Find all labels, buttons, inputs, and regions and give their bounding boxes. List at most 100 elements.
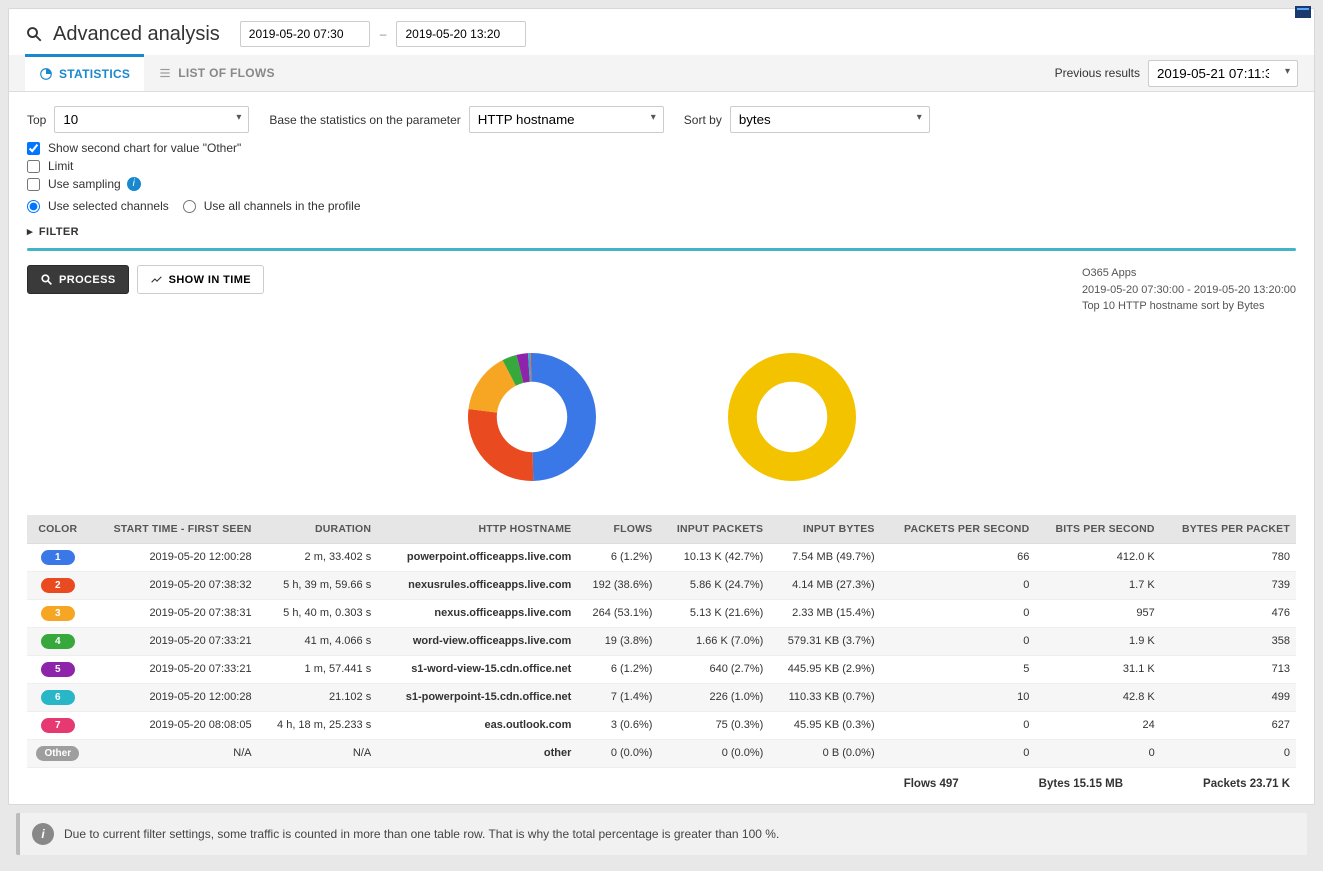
use-all-radio[interactable] bbox=[183, 200, 196, 213]
show-other-checkbox[interactable] bbox=[27, 142, 40, 155]
cell-in-bytes: 4.14 MB (27.3%) bbox=[769, 571, 880, 599]
col-pps[interactable]: PACKETS PER SECOND bbox=[881, 515, 1036, 544]
col-flows[interactable]: FLOWS bbox=[577, 515, 658, 544]
cell-duration: 2 m, 33.402 s bbox=[258, 543, 378, 571]
cell-duration: N/A bbox=[258, 739, 378, 767]
cell-start: 2019-05-20 07:38:31 bbox=[89, 599, 258, 627]
cell-hostname: eas.outlook.com bbox=[377, 711, 577, 739]
cell-flows: 3 (0.6%) bbox=[577, 711, 658, 739]
tab-list-of-flows[interactable]: LIST OF FLOWS bbox=[144, 56, 289, 90]
cell-in-packets: 640 (2.7%) bbox=[658, 655, 769, 683]
charts bbox=[9, 323, 1314, 515]
cell-hostname: s1-word-view-15.cdn.office.net bbox=[377, 655, 577, 683]
cell-pps: 0 bbox=[881, 599, 1036, 627]
col-color[interactable]: COLOR bbox=[27, 515, 89, 544]
cell-in-packets: 0 (0.0%) bbox=[658, 739, 769, 767]
process-label: PROCESS bbox=[59, 274, 116, 286]
sort-label: Sort by bbox=[684, 113, 722, 127]
trend-icon bbox=[150, 273, 163, 286]
page-title: Advanced analysis bbox=[53, 23, 220, 46]
row-badge: 3 bbox=[41, 606, 75, 621]
cell-flows: 6 (1.2%) bbox=[577, 655, 658, 683]
meta-range: 2019-05-20 07:30:00 - 2019-05-20 13:20:0… bbox=[1082, 282, 1296, 299]
info-icon[interactable]: i bbox=[127, 177, 141, 191]
cell-hostname: s1-powerpoint-15.cdn.office.net bbox=[377, 683, 577, 711]
controls: Top Base the statistics on the parameter… bbox=[9, 92, 1314, 251]
previous-results-select[interactable] bbox=[1148, 60, 1298, 87]
pie-icon bbox=[39, 67, 53, 81]
cell-in-bytes: 445.95 KB (2.9%) bbox=[769, 655, 880, 683]
cell-in-bytes: 0 B (0.0%) bbox=[769, 739, 880, 767]
info-icon: i bbox=[32, 823, 54, 845]
top-label: Top bbox=[27, 113, 46, 127]
table-row[interactable]: 62019-05-20 12:00:2821.102 ss1-powerpoin… bbox=[27, 683, 1296, 711]
row-badge: 7 bbox=[41, 718, 75, 733]
previous-results-label: Previous results bbox=[1055, 66, 1140, 80]
sort-by-select[interactable] bbox=[730, 106, 930, 133]
row-badge: 1 bbox=[41, 550, 75, 565]
total-flows: Flows 497 bbox=[904, 778, 959, 790]
col-start[interactable]: START TIME - FIRST SEEN bbox=[89, 515, 258, 544]
tab-statistics-label: STATISTICS bbox=[59, 67, 130, 81]
cell-in-bytes: 579.31 KB (3.7%) bbox=[769, 627, 880, 655]
cell-in-bytes: 2.33 MB (15.4%) bbox=[769, 599, 880, 627]
col-in-bytes[interactable]: INPUT BYTES bbox=[769, 515, 880, 544]
cell-pps: 0 bbox=[881, 627, 1036, 655]
cell-flows: 0 (0.0%) bbox=[577, 739, 658, 767]
tab-statistics[interactable]: STATISTICS bbox=[25, 54, 144, 91]
base-label: Base the statistics on the parameter bbox=[269, 113, 460, 127]
cell-start: N/A bbox=[89, 739, 258, 767]
cell-duration: 41 m, 4.066 s bbox=[258, 627, 378, 655]
use-selected-radio[interactable] bbox=[27, 200, 40, 213]
cell-in-bytes: 110.33 KB (0.7%) bbox=[769, 683, 880, 711]
process-button[interactable]: PROCESS bbox=[27, 265, 129, 294]
cell-start: 2019-05-20 07:33:21 bbox=[89, 627, 258, 655]
cell-hostname: nexusrules.officeapps.live.com bbox=[377, 571, 577, 599]
row-badge: 6 bbox=[41, 690, 75, 705]
base-parameter-select[interactable] bbox=[469, 106, 664, 133]
cell-bpp: 476 bbox=[1161, 599, 1296, 627]
caret-right-icon: ▸ bbox=[27, 225, 33, 238]
cell-start: 2019-05-20 07:33:21 bbox=[89, 655, 258, 683]
row-badge: 4 bbox=[41, 634, 75, 649]
col-in-packets[interactable]: INPUT PACKETS bbox=[658, 515, 769, 544]
table-row[interactable]: 42019-05-20 07:33:2141 m, 4.066 sword-vi… bbox=[27, 627, 1296, 655]
use-all-label: Use all channels in the profile bbox=[204, 199, 361, 213]
cell-flows: 7 (1.4%) bbox=[577, 683, 658, 711]
cell-bps: 42.8 K bbox=[1035, 683, 1160, 711]
cell-pps: 5 bbox=[881, 655, 1036, 683]
filter-toggle[interactable]: ▸ FILTER bbox=[27, 225, 1296, 238]
cell-bps: 1.9 K bbox=[1035, 627, 1160, 655]
table-row[interactable]: OtherN/AN/Aother0 (0.0%)0 (0.0%)0 B (0.0… bbox=[27, 739, 1296, 767]
cell-in-packets: 75 (0.3%) bbox=[658, 711, 769, 739]
limit-checkbox[interactable] bbox=[27, 160, 40, 173]
table-row[interactable]: 32019-05-20 07:38:315 h, 40 m, 0.303 sne… bbox=[27, 599, 1296, 627]
table-row[interactable]: 52019-05-20 07:33:211 m, 57.441 ss1-word… bbox=[27, 655, 1296, 683]
cell-duration: 21.102 s bbox=[258, 683, 378, 711]
table-row[interactable]: 72019-05-20 08:08:054 h, 18 m, 25.233 se… bbox=[27, 711, 1296, 739]
table-row[interactable]: 12019-05-20 12:00:282 m, 33.402 spowerpo… bbox=[27, 543, 1296, 571]
cell-pps: 66 bbox=[881, 543, 1036, 571]
datetime-from-input[interactable] bbox=[240, 21, 370, 47]
cell-in-packets: 226 (1.0%) bbox=[658, 683, 769, 711]
cell-flows: 264 (53.1%) bbox=[577, 599, 658, 627]
cell-in-packets: 1.66 K (7.0%) bbox=[658, 627, 769, 655]
col-bpp[interactable]: BYTES PER PACKET bbox=[1161, 515, 1296, 544]
meta-desc: Top 10 HTTP hostname sort by Bytes bbox=[1082, 298, 1296, 315]
filter-label: FILTER bbox=[39, 226, 79, 238]
range-dash: – bbox=[380, 27, 387, 41]
cell-in-bytes: 7.54 MB (49.7%) bbox=[769, 543, 880, 571]
show-in-time-button[interactable]: SHOW IN TIME bbox=[137, 265, 264, 294]
donut-chart-other bbox=[702, 337, 882, 497]
col-hostname[interactable]: HTTP HOSTNAME bbox=[377, 515, 577, 544]
table-row[interactable]: 22019-05-20 07:38:325 h, 39 m, 59.66 sne… bbox=[27, 571, 1296, 599]
top-select[interactable] bbox=[54, 106, 249, 133]
cell-bps: 31.1 K bbox=[1035, 655, 1160, 683]
list-icon bbox=[158, 66, 172, 80]
tabs-row: STATISTICS LIST OF FLOWS Previous result… bbox=[9, 55, 1314, 92]
datetime-to-input[interactable] bbox=[396, 21, 526, 47]
col-duration[interactable]: DURATION bbox=[258, 515, 378, 544]
col-bps[interactable]: BITS PER SECOND bbox=[1035, 515, 1160, 544]
cell-bpp: 358 bbox=[1161, 627, 1296, 655]
use-sampling-checkbox[interactable] bbox=[27, 178, 40, 191]
